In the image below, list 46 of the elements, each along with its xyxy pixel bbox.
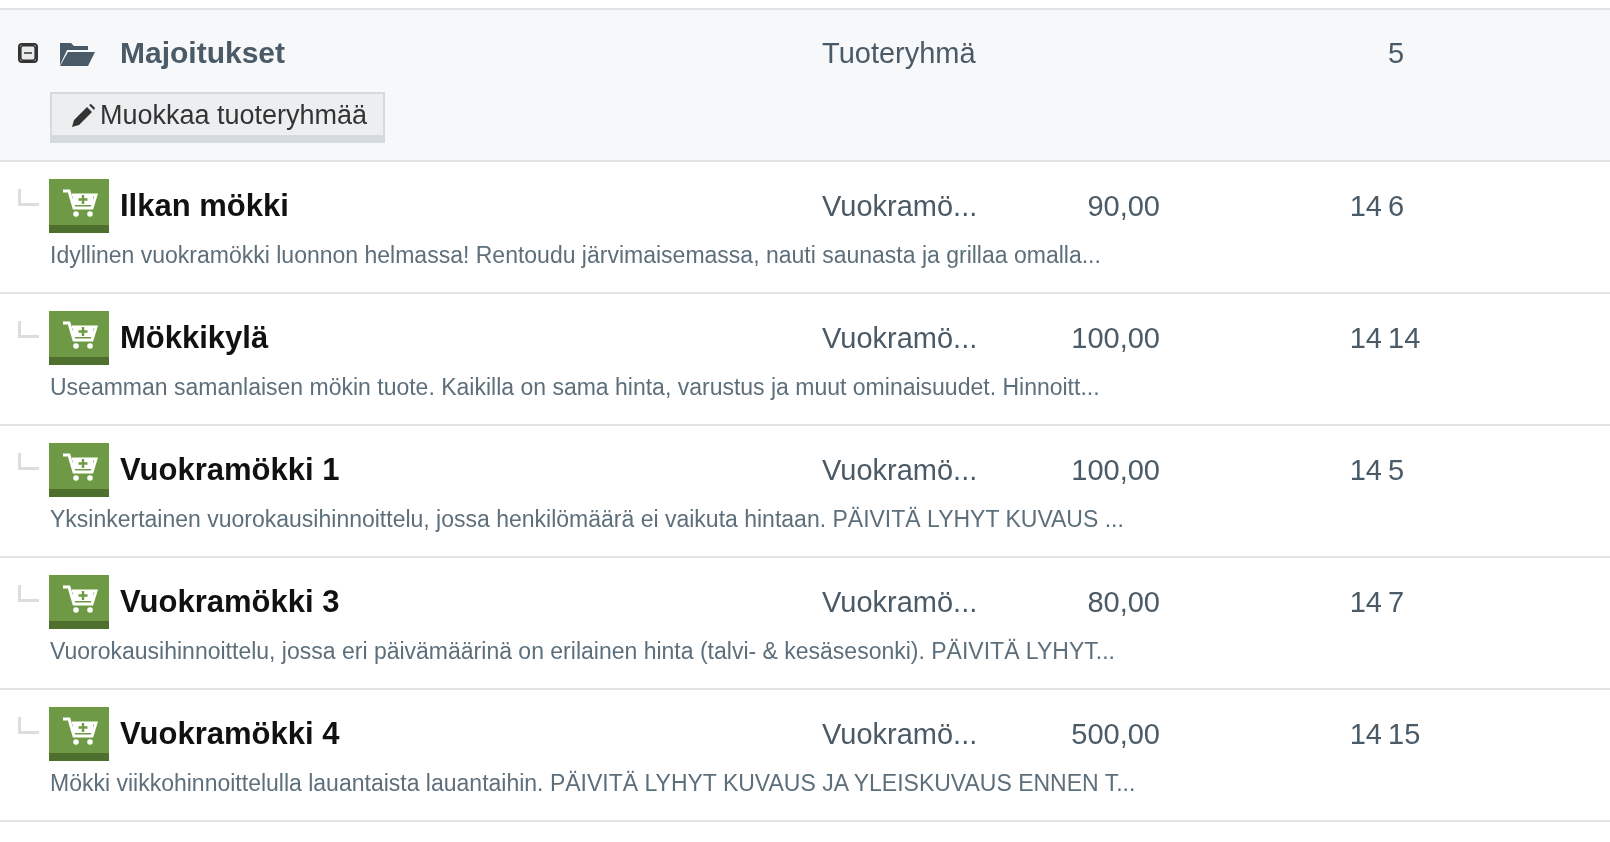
- product-price: 90,00: [1086, 189, 1160, 223]
- table-cell-text: 7: [1387, 585, 1406, 619]
- product-type: Vuokramö...: [822, 321, 979, 355]
- product-type: Vuokramö...: [822, 453, 979, 487]
- product-description: Vuorokausihinnoittelu, jossa eri päivämäärinä on erilainen hinta (talvi- & kesäsesonki). PÄIVITÄ LYHYT...: [49, 638, 1115, 665]
- table-cell-text: 5: [1387, 453, 1406, 487]
- table-cell-text: 14: [1348, 189, 1382, 223]
- product-type: Vuokramö...: [822, 585, 979, 619]
- tree-line-icon: [18, 584, 39, 602]
- pencil-icon: [70, 102, 96, 129]
- table-cell-text: 15: [1387, 717, 1422, 751]
- table-cell-text: 14: [1387, 321, 1422, 355]
- product-name: Vuokramökki 3: [120, 584, 341, 620]
- tree-line-icon: [18, 452, 39, 470]
- table-cell-text: 14: [1348, 453, 1382, 487]
- product-price: 500,00: [1070, 717, 1160, 751]
- add-to-cart-icon[interactable]: [49, 443, 109, 497]
- product-type: Vuokramö...: [822, 717, 979, 751]
- product-type: Vuokramö...: [822, 189, 979, 223]
- product-name: Ilkan mökki: [120, 188, 290, 224]
- product-price: 100,00: [1070, 453, 1160, 487]
- add-to-cart-icon[interactable]: [49, 311, 109, 365]
- add-to-cart-icon[interactable]: [49, 707, 109, 761]
- product-name: Mökkikylä: [120, 320, 270, 356]
- product-description: Useamman samanlaisen mökin tuote. Kaikilla on sama hinta, varustus ja muut ominaisuudet. Hinnoitt...: [49, 374, 1100, 401]
- group-type: Tuoteryhmä: [822, 36, 977, 70]
- product-price: 100,00: [1070, 321, 1160, 355]
- product-description: Idyllinen vuokramökki luonnon helmassa! Rentoudu järvimaisemassa, nauti saunasta ja grillaa omalla...: [49, 242, 1101, 269]
- product-name: Vuokramökki 4: [120, 716, 341, 752]
- product-count: 5: [1387, 36, 1406, 70]
- product-description: Mökki viikkohinnoittelulla lauantaista lauantaihin. PÄIVITÄ LYHYT KUVAUS JA YLEISKUVAUS ENNEN T...: [49, 770, 1136, 797]
- table-cell-text: 6: [1387, 189, 1406, 223]
- edit-group-button[interactable]: Muokkaa tuoteryhmää: [50, 92, 386, 143]
- table-cell-text: 14: [1348, 321, 1382, 355]
- group-name: Majoitukset: [120, 36, 287, 70]
- product-description: Yksinkertainen vuorokausihinnoittelu, jossa henkilömäärä ei vaikuta hintaan. PÄIVITÄ LYHYT KUVAUS ...: [49, 506, 1124, 533]
- table-cell-text: 14: [1348, 717, 1382, 751]
- tree-line-icon: [18, 320, 39, 338]
- product-name: Vuokramökki 1: [120, 452, 341, 488]
- product-price: 80,00: [1086, 585, 1160, 619]
- tree-line-icon: [18, 716, 39, 734]
- tree-line-icon: [18, 188, 39, 206]
- collapse-icon[interactable]: [18, 43, 38, 63]
- add-to-cart-icon[interactable]: [49, 575, 109, 629]
- add-to-cart-icon[interactable]: [49, 179, 109, 233]
- table-cell-text: 14: [1348, 585, 1382, 619]
